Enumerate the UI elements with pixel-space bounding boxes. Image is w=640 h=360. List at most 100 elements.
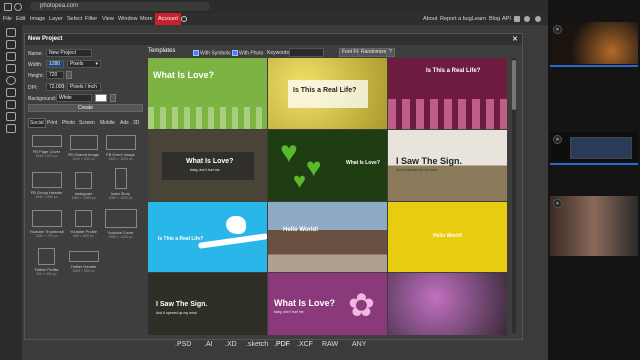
help-button[interactable]: ? [386,48,395,57]
mute-icon[interactable]: ✕ [553,135,562,144]
width-field[interactable]: 1280 [46,60,64,68]
reload-icon[interactable] [14,3,22,11]
menu-view[interactable]: View [102,13,114,25]
template-tile[interactable]: What Is Love? [148,58,267,129]
tab-3d[interactable]: 3D [133,118,139,128]
video-thumbnail[interactable]: ✕ [550,22,638,64]
bird-icon [226,216,246,234]
preset-twitter-profile[interactable]: Twitter Profile 400 × 400 px [29,248,64,276]
mute-icon[interactable]: ✕ [553,25,562,34]
background-label: Background: [28,96,57,102]
menu-more[interactable]: More [140,13,153,25]
reddit-icon[interactable] [514,16,520,22]
lock-icon[interactable] [6,112,16,121]
tab-ads[interactable]: Ads [120,118,129,128]
menu-edit[interactable]: Edit [16,13,25,25]
menu-api[interactable]: API [502,13,511,25]
menu-file[interactable]: File [3,13,12,25]
dpi-field[interactable]: 72.000 [46,83,64,91]
name-value: New Project [49,50,76,56]
preset-fb-shared-image[interactable]: FB Shared Image 1200 × 630 px [66,135,101,161]
menu-layer[interactable]: Layer [49,13,63,25]
globe-icon[interactable] [181,16,187,22]
preset-fb-group-header[interactable]: FB Group Header 1640 × 856 px [29,172,64,199]
template-tile[interactable]: Is This a Real Life? [388,58,507,129]
close-icon[interactable]: ✕ [512,34,518,45]
monitor-icon[interactable] [6,40,16,49]
preset-insta-story[interactable]: Insta Story 1080 × 1920 px [103,168,138,200]
preset-size: 400 × 400 px [36,272,57,276]
brush-icon[interactable] [6,100,16,109]
templates-scrollbar[interactable] [512,58,516,333]
randomize-button[interactable]: Randomize [358,48,390,57]
dpi-unit-select[interactable]: Pixels / Inch [67,83,101,91]
menu-blog[interactable]: Blog [489,13,500,25]
back-icon[interactable] [4,3,12,11]
template-tile[interactable]: What Is Love? baby, don't hurt me [148,130,267,201]
template-tile[interactable]: What Is Love? baby, don't hurt me ✿ [268,273,387,335]
cloud-icon[interactable] [6,88,16,97]
preset-youtube-profile[interactable]: Youtube Profile 800 × 800 px [66,210,101,238]
url-bar[interactable]: photopea.com [30,2,210,11]
menu-window[interactable]: Window [118,13,138,25]
video-thumbnail[interactable]: ✕ [550,132,638,162]
trash-icon[interactable] [6,124,16,133]
preset-thumb [105,135,136,150]
preset-size: 1640 × 856 px [35,195,58,199]
checkbox-icon [193,50,199,56]
menu-account[interactable]: Account [155,13,181,25]
layers-icon[interactable] [6,64,16,73]
template-tile[interactable]: Is This a Real Life? [148,202,267,272]
with-photo-checkbox[interactable]: With Photo [232,50,263,56]
video-preview [570,137,632,159]
browser-topbar: photopea.com [0,0,640,13]
link-icon[interactable] [66,71,72,79]
swap-icon[interactable] [110,94,116,102]
background-select[interactable]: White [56,94,92,102]
menu-image[interactable]: Image [30,13,45,25]
twitter-icon[interactable] [524,16,530,22]
heart-icon: ♥ [280,136,298,169]
template-tile[interactable]: Hello World! [388,202,507,272]
with-symbols-checkbox[interactable]: With Symbols [193,50,231,56]
create-button[interactable]: Create [28,104,143,112]
menu-filter[interactable]: Filter [85,13,97,25]
video-thumbnail[interactable]: ✕ [550,196,638,256]
name-field[interactable]: New Project [46,49,92,57]
width-unit-select[interactable]: Pixels ▾ [67,60,101,68]
height-field[interactable]: 720 [46,71,64,79]
tab-photo[interactable]: Photo [62,118,75,128]
folder-icon[interactable] [6,28,16,37]
format-any: ANY [352,341,367,348]
facebook-icon[interactable] [535,16,541,22]
template-tile[interactable]: I Saw The Sign. And it opened up my mind [148,273,267,335]
templates-title: Templates [148,48,176,54]
menu-about[interactable]: About [423,13,437,25]
document-icon[interactable] [6,52,16,61]
preset-youtube-cover[interactable]: Youtube Cover 2560 × 1440 px [103,209,138,239]
preset-thumb [75,210,92,227]
palette-icon[interactable] [6,76,16,85]
menu-report-bug[interactable]: Report a bug [440,13,472,25]
background-color-swatch[interactable] [95,94,107,102]
scrollbar-thumb[interactable] [512,60,516,110]
tab-print[interactable]: Print [47,118,57,128]
menu-select[interactable]: Select [67,13,82,25]
template-tile[interactable]: I Saw The Sign. And it opened up my mind [388,130,507,201]
tab-social[interactable]: Social [28,118,46,128]
preset-thumb [104,209,137,228]
template-tile[interactable]: ♥ ♥ ♥ What Is Love? [268,130,387,201]
template-tile[interactable] [388,273,507,335]
preset-fb-page-cover[interactable]: FB Page Cover 1640 × 624 px [29,135,64,158]
menu-learn[interactable]: Learn [472,13,486,25]
template-tile[interactable]: Hello World! [268,202,387,272]
tab-screen[interactable]: Screen [79,118,95,128]
preset-twitter-header[interactable]: Twitter Header 1500 × 500 px [66,251,101,273]
keywords-input[interactable] [289,48,324,57]
tab-mobile[interactable]: Mobile [100,118,115,128]
template-tile[interactable]: Is This a Real Life? [268,58,387,129]
preset-youtube-thumbnail[interactable]: Youtube Thumbnail 1280 × 720 px [29,210,64,238]
preset-fb-event-image[interactable]: FB Event Image 1920 × 1005 px [103,135,138,161]
preset-instagram[interactable]: Instagram 1080 × 1080 px [66,172,101,200]
mute-icon[interactable]: ✕ [553,199,562,208]
